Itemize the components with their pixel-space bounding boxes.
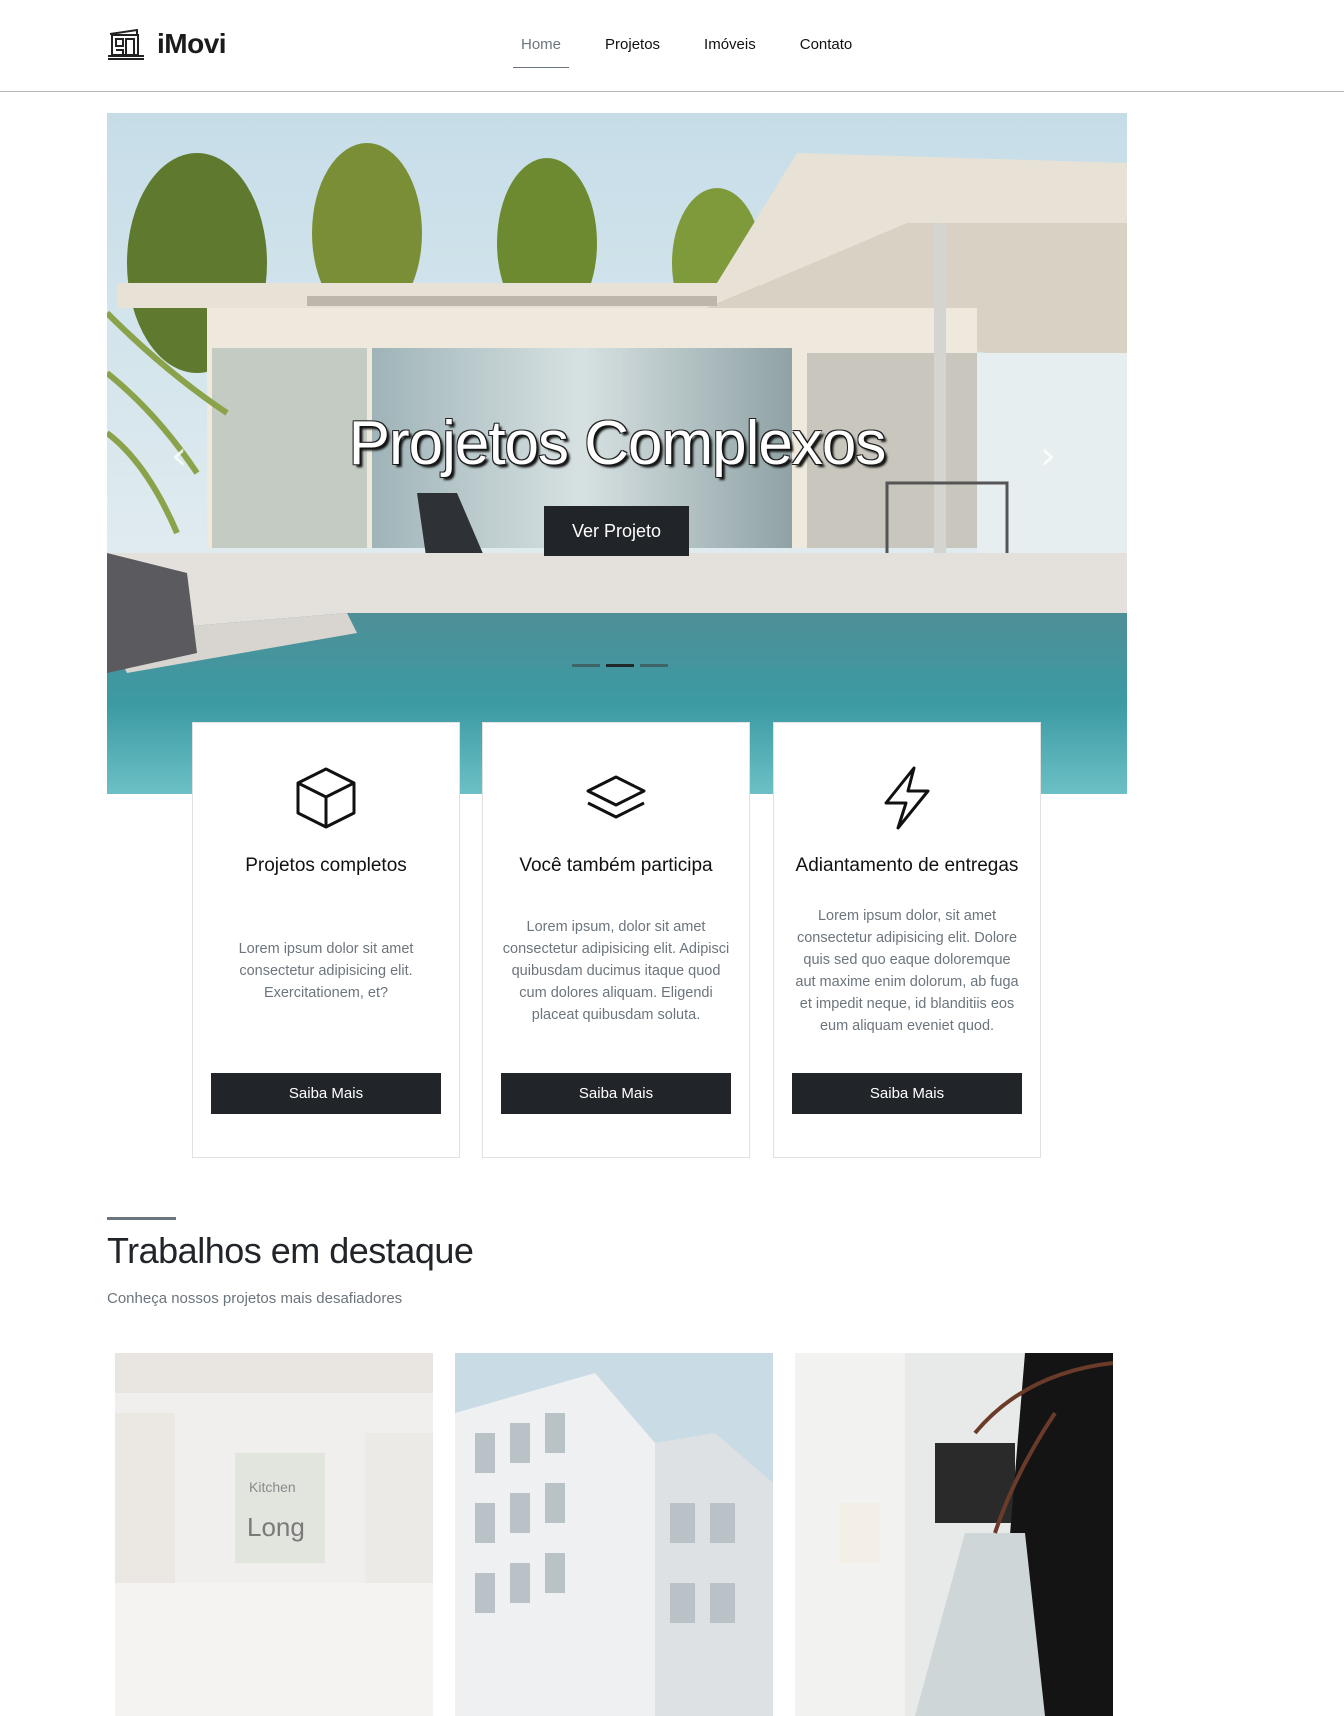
carousel-prev-arrow-icon[interactable]: ‹ — [171, 433, 187, 479]
feature-text: Lorem ipsum dolor, sit amet consectetur … — [795, 908, 1019, 1034]
feature-text: Lorem ipsum dolor sit amet consectetur a… — [238, 941, 414, 1001]
saiba-mais-button[interactable]: Saiba Mais — [501, 1073, 731, 1114]
feature-card: Você também participa Lorem ipsum, dolor… — [482, 722, 750, 1158]
project-thumbnail-building[interactable] — [455, 1353, 773, 1716]
site-header: iMovi Home Projetos Imóveis Contato — [0, 0, 1344, 92]
building-image — [455, 1353, 773, 1716]
section-divider — [107, 1217, 176, 1220]
project-name: Long — [247, 1512, 305, 1542]
nav-imoveis[interactable]: Imóveis — [696, 30, 764, 68]
carousel-next-arrow-icon[interactable]: › — [1040, 433, 1056, 479]
brand-name: iMovi — [157, 28, 227, 59]
nav-projetos[interactable]: Projetos — [597, 30, 668, 68]
feature-card: Projetos completos Lorem ipsum dolor sit… — [192, 722, 460, 1158]
brand-logo[interactable]: iMovi — [107, 28, 227, 60]
feature-card: Adiantamento de entregas Lorem ipsum dol… — [773, 722, 1041, 1158]
box-icon — [296, 767, 356, 829]
carousel-indicator-1[interactable] — [572, 664, 600, 667]
project-category: Kitchen — [249, 1479, 296, 1495]
feature-title: Você também participa — [519, 855, 713, 876]
hero-title: Projetos Complexos — [348, 409, 887, 478]
carousel-indicators — [569, 664, 671, 667]
section-subtitle: Conheça nossos projetos mais desafiadore… — [107, 1290, 403, 1307]
feature-title: Adiantamento de entregas — [795, 855, 1019, 876]
ver-projeto-button[interactable]: Ver Projeto — [544, 506, 689, 556]
feature-text: Lorem ipsum, dolor sit amet consectetur … — [502, 919, 730, 1023]
staircase-image — [795, 1353, 1113, 1716]
section-title: Trabalhos em destaque — [107, 1230, 474, 1271]
carousel-indicator-3[interactable] — [640, 664, 668, 667]
nav-home[interactable]: Home — [513, 30, 570, 68]
feature-title: Projetos completos — [245, 855, 407, 876]
hero-carousel: Projetos Complexos Ver Projeto ‹ › — [107, 113, 1127, 794]
building-icon — [108, 28, 144, 60]
layers-icon — [586, 775, 646, 819]
main-nav: Home Projetos Imóveis Contato — [513, 30, 888, 68]
nav-contato[interactable]: Contato — [792, 30, 861, 68]
lightning-icon — [884, 766, 930, 830]
project-thumbnail-staircase[interactable] — [795, 1353, 1113, 1716]
saiba-mais-button[interactable]: Saiba Mais — [211, 1073, 441, 1114]
saiba-mais-button[interactable]: Saiba Mais — [792, 1073, 1022, 1114]
carousel-indicator-2[interactable] — [606, 664, 634, 667]
project-thumbnail-kitchen[interactable]: Kitchen Long — [115, 1353, 433, 1716]
